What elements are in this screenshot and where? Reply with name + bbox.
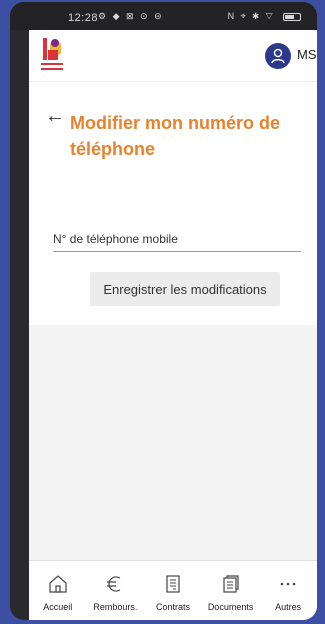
- more-icon: [280, 582, 296, 586]
- page-title: Modifier mon numéro de téléphone: [70, 113, 281, 159]
- nav-item-accueil[interactable]: Accueil: [29, 561, 87, 620]
- organization-logo[interactable]: [39, 36, 65, 76]
- battery-icon: [283, 13, 301, 21]
- documents-icon: [222, 575, 239, 593]
- nav-label: Rembours.: [93, 602, 138, 612]
- nav-label: Documents: [207, 602, 254, 612]
- system-icons: N ⌖ ✱ ▽: [227, 11, 275, 21]
- notification-icons: ⚙ ◆ ⊠ ⊙ ⊖: [98, 11, 164, 21]
- phone-frame: 12:28 ⚙ ◆ ⊠ ⊙ ⊖ N ⌖ ✱ ▽ MS ← Modifier mo…: [10, 2, 317, 620]
- nav-label: Contrats: [155, 602, 190, 612]
- edit-phone-card: ← Modifier mon numéro de téléphone N° de…: [29, 82, 317, 325]
- app-header: MS: [29, 30, 317, 82]
- back-arrow-icon[interactable]: ←: [45, 106, 65, 126]
- nav-item-contrats[interactable]: Contrats: [144, 561, 202, 620]
- app-screen: MS ← Modifier mon numéro de téléphone N°…: [29, 30, 317, 620]
- mobile-phone-placeholder: N° de téléphone mobile: [53, 232, 178, 246]
- nav-label: Accueil: [43, 602, 73, 612]
- nav-item-autres[interactable]: Autres: [259, 561, 317, 620]
- save-changes-button[interactable]: Enregistrer les modifications: [90, 272, 280, 306]
- user-avatar[interactable]: [265, 43, 291, 69]
- user-icon: [271, 48, 285, 64]
- contract-icon: [166, 575, 180, 593]
- status-time: 12:28: [68, 12, 99, 24]
- nav-label: Autres: [275, 602, 302, 612]
- status-bar: 12:28 ⚙ ◆ ⊠ ⊙ ⊖ N ⌖ ✱ ▽: [10, 2, 317, 30]
- home-icon: [49, 575, 67, 593]
- user-initials[interactable]: MS: [297, 47, 317, 62]
- nav-item-documents[interactable]: Documents: [202, 561, 260, 620]
- euro-icon: [107, 576, 121, 592]
- bottom-navigation: Accueil Rembours. Contrats Documents Aut…: [29, 560, 317, 620]
- mobile-phone-field[interactable]: N° de téléphone mobile: [53, 230, 301, 252]
- nav-item-rembours[interactable]: Rembours.: [87, 561, 145, 620]
